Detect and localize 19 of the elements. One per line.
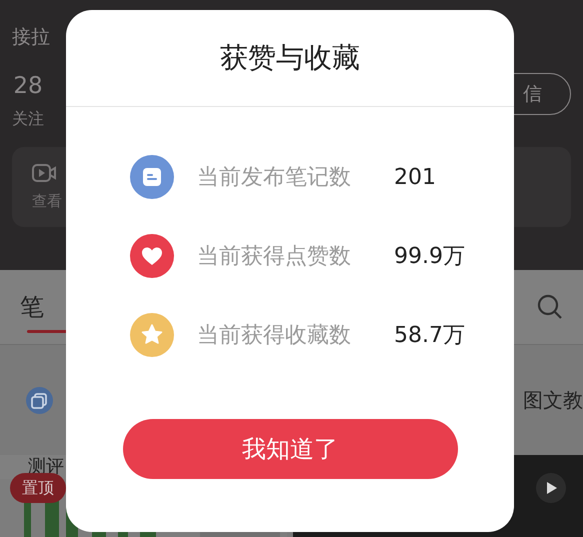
play-icon[interactable] — [536, 473, 566, 503]
pinned-badge: 置顶 — [10, 473, 66, 503]
stat-value: 99.9万 — [394, 242, 465, 270]
collection-title[interactable]: 图文教 — [523, 385, 583, 415]
stat-label: 当前发布笔记数 — [197, 164, 352, 192]
stat-value: 201 — [394, 164, 436, 192]
stat-label: 当前获得收藏数 — [197, 322, 352, 350]
stat-value: 28 — [13, 72, 43, 101]
search-icon[interactable] — [537, 294, 563, 320]
stat-label: 关注 — [12, 108, 44, 130]
copy-icon — [26, 386, 53, 414]
stat-label: 当前获得点赞数 — [197, 242, 352, 270]
bio-text: 接拉 — [12, 25, 51, 50]
tab[interactable]: 笔 — [20, 282, 67, 332]
video-icon — [32, 162, 56, 184]
video-card-label: 查看 — [32, 190, 63, 212]
confirm-button[interactable]: 我知道了 — [122, 419, 458, 479]
stat-value: 58.7万 — [394, 322, 465, 350]
dialog-title: 获赞与收藏 — [220, 40, 360, 76]
